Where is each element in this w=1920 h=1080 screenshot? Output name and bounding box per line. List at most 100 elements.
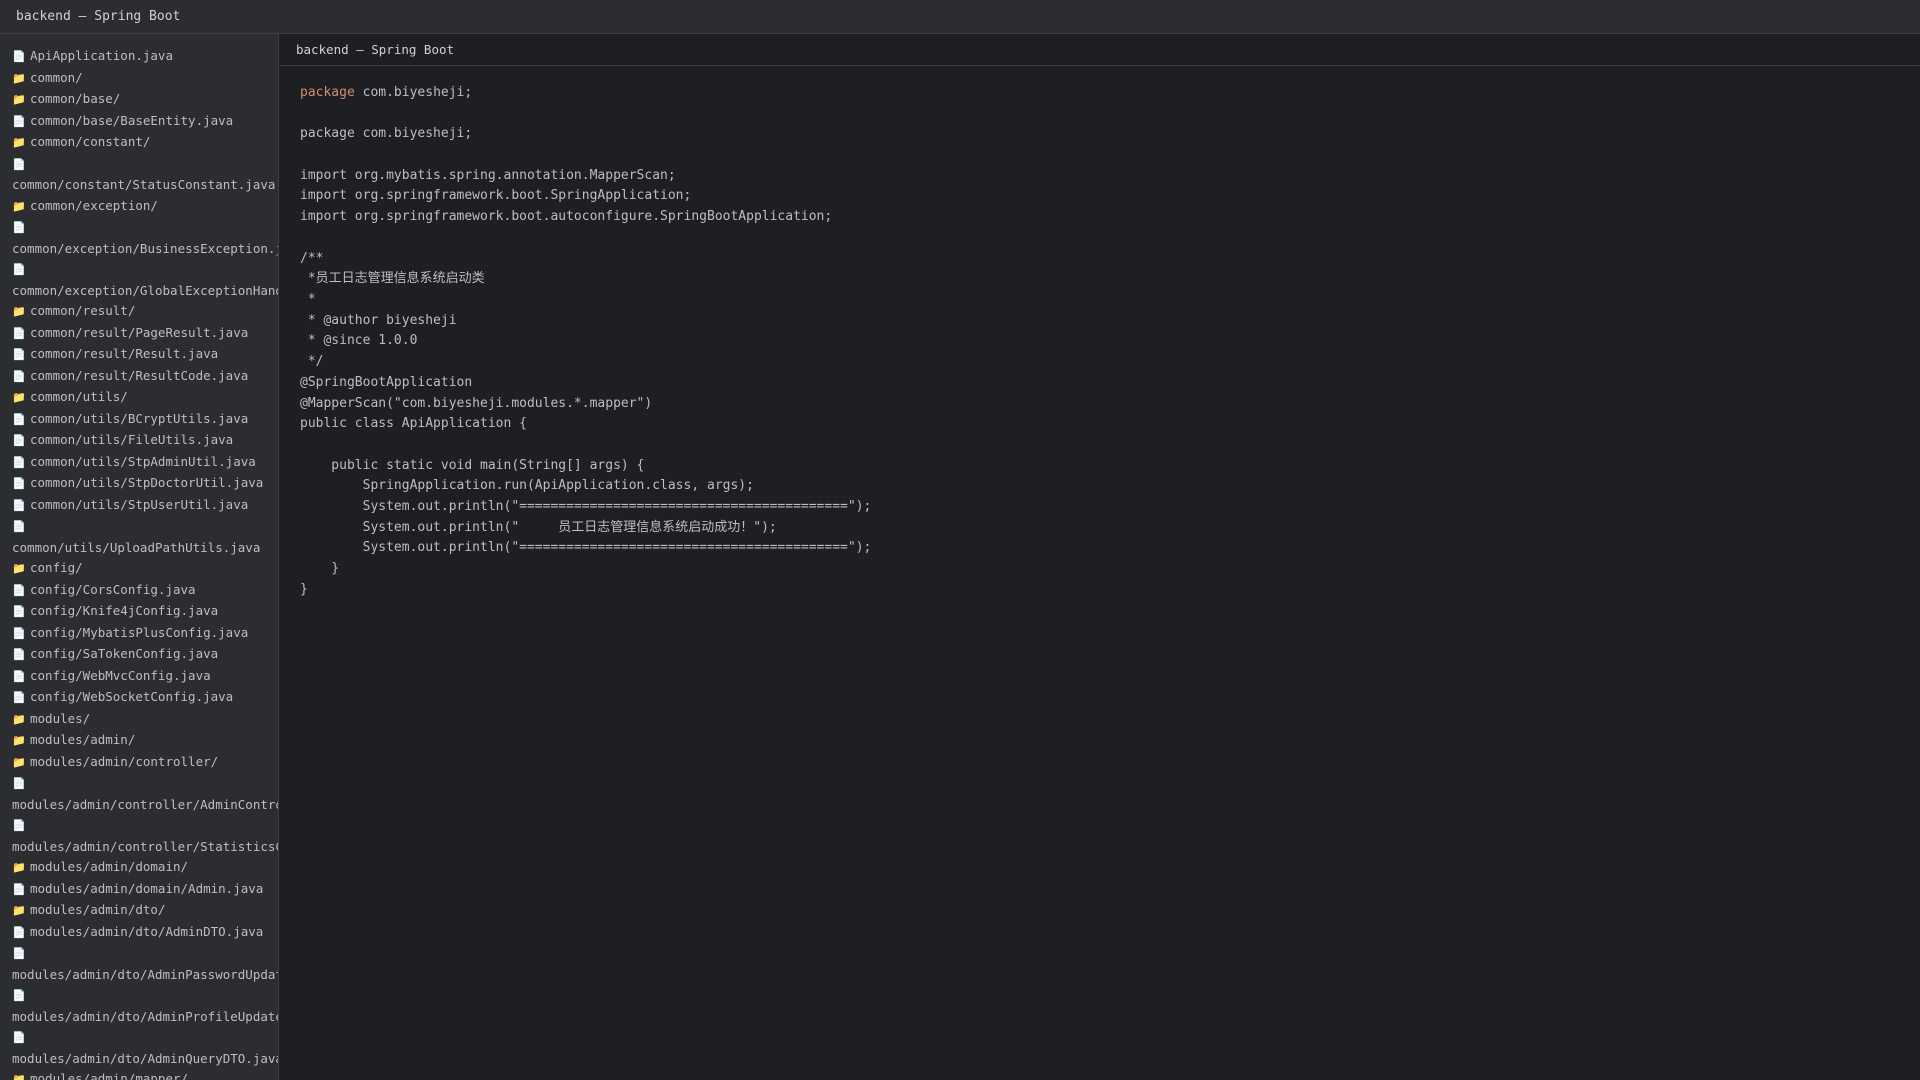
code-text: import org.springframework.boot.autoconf… (300, 209, 833, 225)
tree-item-file[interactable]: 📄 common/utils/BCryptUtils.java (0, 409, 278, 431)
tree-item-file[interactable]: 📄 common/exception/GlobalExceptionHandler… (0, 259, 278, 301)
code-line: public static void main(String[] args) { (300, 456, 1920, 477)
tree-item-file[interactable]: 📄 common/exception/BusinessException.java (0, 217, 279, 259)
code-line: /** (300, 249, 1920, 270)
code-line: * @author biyesheji (300, 311, 1920, 332)
editor-tab[interactable]: backend — Spring Boot (280, 34, 1920, 66)
tree-item-file[interactable]: 📄 modules/admin/controller/StatisticsCont… (0, 815, 278, 857)
tree-item-folder[interactable]: 📁 modules/admin/domain/ (0, 857, 278, 879)
tree-item-label: common/result/ (30, 303, 136, 318)
tree-item-folder[interactable]: 📁 common/result/ (0, 301, 278, 323)
folder-icon: 📁 (12, 861, 26, 874)
tree-item-file[interactable]: 📄 config/WebMvcConfig.java (0, 666, 278, 688)
code-text: package com.biyesheji; (300, 126, 473, 142)
tree-item-label: common/utils/StpDoctorUtil.java (30, 475, 264, 490)
project-tree-sidebar[interactable]: 📄 ApiApplication.java 📁 common/ 📁 common/base… (0, 34, 279, 1080)
code-line: import org.mybatis.spring.annotation.Map… (300, 166, 1920, 187)
tree-item-label: common/constant/ (30, 134, 151, 149)
tree-item-label: common/utils/ (30, 389, 128, 404)
tree-item-file[interactable]: 📄 config/MybatisPlusConfig.java (0, 623, 278, 645)
tree-item-file[interactable]: 📄 config/CorsConfig.java (0, 580, 278, 602)
folder-icon: 📁 (12, 904, 26, 917)
tree-item-file[interactable]: 📄 modules/admin/dto/AdminQueryDTO.java (0, 1027, 278, 1069)
folder-icon: 📁 (12, 199, 26, 213)
tree-item-label: modules/admin/controller/StatisticsContr… (12, 838, 278, 854)
code-line: *员工日志管理信息系统启动类 (300, 269, 1920, 290)
code-text: * @author biyesheji (300, 312, 457, 328)
tree-item-label: common/utils/StpAdminUtil.java (30, 453, 256, 469)
tree-item-file[interactable]: 📄 ApiApplication.java (0, 46, 278, 68)
folder-icon: 📁 (12, 71, 26, 85)
tree-item-label: modules/admin/domain/Admin.java (30, 880, 264, 896)
code-line: import org.springframework.boot.SpringAp… (300, 186, 1920, 207)
file-icon: 📄 (12, 583, 26, 597)
tree-item-label: modules/admin/controller/AdminController… (12, 796, 278, 812)
tree-item-file[interactable]: 📄 modules/admin/dto/AdminProfileUpdateDTO… (0, 985, 278, 1027)
file-icon: 📄 (12, 882, 26, 896)
tree-item-folder[interactable]: 📁 common/utils/ (0, 387, 278, 409)
tree-item-label: common/exception/ (30, 197, 158, 213)
tree-item-folder[interactable]: 📁 modules/admin/ (0, 730, 278, 752)
file-icon: 📄 (12, 221, 26, 234)
tree-item-folder[interactable]: 📁 modules/admin/mapper/ (0, 1069, 278, 1080)
tree-item-folder[interactable]: 📁 common/ (0, 68, 278, 90)
tree-item-file[interactable]: 📄 modules/admin/controller/AdminControlle… (0, 773, 278, 815)
code-editor[interactable]: backend — Spring Boot package com.biyesh… (280, 34, 1920, 1080)
tree-item-label: modules/admin/dto/AdminProfileUpdateDTO.… (12, 1008, 278, 1024)
tree-item-file[interactable]: 📄 common/base/BaseEntity.java (0, 111, 278, 133)
window-title: backend — Spring Boot (16, 9, 181, 24)
code-line: @SpringBootApplication (300, 373, 1920, 394)
file-icon: 📄 (12, 777, 26, 790)
tree-item-folder[interactable]: 📁 common/base/ (0, 89, 278, 111)
code-line: package com.biyesheji; (300, 124, 1920, 145)
code-text: import org.springframework.boot.SpringAp… (300, 188, 692, 204)
tree-item-label: modules/admin/dto/AdminPasswordUpdateDTO… (12, 966, 278, 982)
tree-item-folder[interactable]: 📁 modules/admin/controller/ (0, 752, 278, 774)
tree-item-label: config/WebSocketConfig.java (30, 689, 234, 704)
tree-item-folder[interactable]: 📁 config/ (0, 558, 278, 580)
folder-icon: 📁 (12, 93, 26, 106)
file-icon: 📄 (12, 326, 26, 340)
tree-item-label: config/CorsConfig.java (30, 581, 196, 597)
tree-item-file[interactable]: 📄 modules/admin/domain/Admin.java (0, 879, 278, 901)
tree-item-file[interactable]: 📄 common/constant/StatusConstant.java (0, 154, 278, 196)
tree-item-folder[interactable]: 📁 common/constant/ (0, 132, 278, 154)
file-icon: 📄 (12, 925, 26, 939)
tree-item-label: common/base/ (30, 91, 121, 106)
tree-item-label: common/result/Result.java (30, 346, 219, 361)
tree-item-file[interactable]: 📄 common/utils/UploadPathUtils.java (0, 516, 278, 558)
tree-item-file[interactable]: 📄 config/WebSocketConfig.java (0, 687, 278, 709)
tree-item-label: config/WebMvcConfig.java (30, 667, 211, 683)
tree-item-file[interactable]: 📄 common/utils/StpAdminUtil.java (0, 452, 278, 474)
code-line: @MapperScan("com.biyesheji.modules.*.map… (300, 394, 1920, 415)
file-icon: 📄 (12, 369, 26, 383)
tree-item-file[interactable]: 📄 common/result/Result.java (0, 344, 278, 366)
code-content[interactable]: package com.biyesheji; package com.biyesh… (280, 66, 1920, 601)
tree-item-folder[interactable]: 📁 modules/ (0, 709, 278, 731)
code-text: @MapperScan("com.biyesheji.modules.*.map… (300, 395, 653, 411)
tree-item-file[interactable]: 📄 config/Knife4jConfig.java (0, 601, 278, 623)
tree-item-file[interactable]: 📄 common/result/ResultCode.java (0, 366, 278, 388)
folder-icon: 📁 (12, 136, 26, 149)
tree-item-file[interactable]: 📄 common/utils/StpDoctorUtil.java (0, 473, 278, 495)
folder-icon: 📁 (12, 1073, 26, 1080)
tree-item-file[interactable]: 📄 common/utils/FileUtils.java (0, 430, 278, 452)
tree-item-file[interactable]: 📄 common/utils/StpUserUtil.java (0, 495, 278, 517)
tree-item-file[interactable]: 📄 modules/admin/dto/AdminPasswordUpdateDT… (0, 943, 278, 985)
tree-item-file[interactable]: 📄 common/result/PageResult.java (0, 323, 278, 345)
tree-item-label: config/MybatisPlusConfig.java (30, 624, 249, 640)
tree-item-label: common/exception/BusinessException.java (12, 240, 279, 256)
tree-item-label: common/result/ResultCode.java (30, 367, 249, 383)
file-icon: 📄 (12, 455, 26, 469)
code-line: System.out.println(" 员工日志管理信息系统启动成功！"); (300, 518, 1920, 539)
tree-item-file[interactable]: 📄 config/SaTokenConfig.java (0, 644, 278, 666)
tree-item-folder[interactable]: 📁 modules/admin/dto/ (0, 900, 278, 922)
tree-item-folder[interactable]: 📁 common/exception/ (0, 196, 278, 218)
folder-icon: 📁 (12, 755, 26, 769)
tree-item-file[interactable]: 📄 modules/admin/dto/AdminDTO.java (0, 922, 278, 944)
file-icon: 📄 (12, 157, 26, 171)
tree-item-label: modules/admin/dto/AdminDTO.java (30, 923, 264, 939)
code-text: System.out.println("====================… (300, 499, 872, 514)
